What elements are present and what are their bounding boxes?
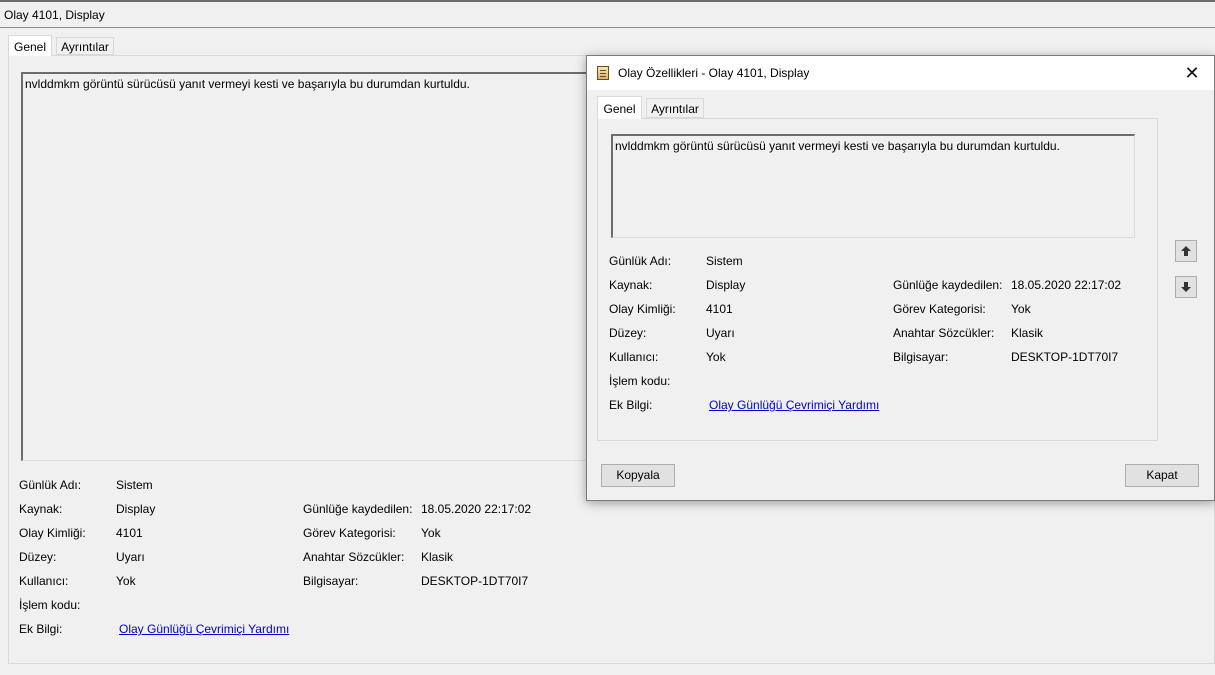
dialog-computer-value: DESKTOP-1DT70I7 — [1011, 350, 1119, 364]
dialog-online-help-link[interactable]: Olay Günlüğü Çevrimiçi Yardımı — [709, 398, 879, 412]
dialog-more-info-label: Ek Bilgi: — [609, 398, 653, 412]
main-level-label: Düzey: — [19, 550, 57, 564]
main-log-name-label: Günlük Adı: — [19, 478, 82, 492]
dialog-source-value: Display — [706, 278, 746, 292]
event-properties-dialog: Olay Özellikleri - Olay 4101, Display ✕ … — [586, 55, 1215, 501]
dialog-computer-label: Bilgisayar: — [893, 350, 949, 364]
main-online-help-link[interactable]: Olay Günlüğü Çevrimiçi Yardımı — [119, 622, 289, 636]
main-level-value: Uyarı — [116, 550, 145, 564]
down-arrow-icon — [1181, 282, 1191, 292]
dialog-task-category-value: Yok — [1011, 302, 1031, 316]
main-tab-general[interactable]: Genel — [8, 35, 52, 56]
main-keywords-value: Klasik — [421, 550, 454, 564]
main-task-category-value: Yok — [421, 526, 441, 540]
dialog-event-id-value: 4101 — [706, 302, 733, 316]
main-more-info-label: Ek Bilgi: — [19, 622, 63, 636]
main-title-bar: Olay 4101, Display — [0, 0, 1215, 28]
dialog-log-name-value: Sistem — [706, 254, 743, 268]
previous-event-button[interactable] — [1175, 240, 1197, 262]
main-user-value: Yok — [116, 574, 136, 588]
main-tab-details[interactable]: Ayrıntılar — [56, 37, 114, 55]
dialog-event-id-label: Olay Kimliği: — [609, 302, 676, 316]
main-description-text: nvlddmkm görüntü sürücüsü yanıt vermeyi … — [25, 77, 470, 91]
main-computer-value: DESKTOP-1DT70I7 — [421, 574, 529, 588]
dialog-level-value: Uyarı — [706, 326, 735, 340]
main-user-label: Kullanıcı: — [19, 574, 69, 588]
dialog-title-bar[interactable]: Olay Özellikleri - Olay 4101, Display ✕ — [587, 56, 1214, 90]
main-keywords-label: Anahtar Sözcükler: — [303, 550, 405, 564]
dialog-tab-general[interactable]: Genel — [597, 96, 642, 119]
main-computer-label: Bilgisayar: — [303, 574, 359, 588]
main-source-value: Display — [116, 502, 156, 516]
dialog-title: Olay Özellikleri - Olay 4101, Display — [618, 66, 810, 80]
close-button[interactable]: Kapat — [1125, 464, 1199, 487]
dialog-tab-details[interactable]: Ayrıntılar — [646, 98, 704, 118]
dialog-task-category-label: Görev Kategorisi: — [893, 302, 986, 316]
dialog-keywords-label: Anahtar Sözcükler: — [893, 326, 995, 340]
main-logged-value: 18.05.2020 22:17:02 — [421, 502, 532, 516]
dialog-opcode-label: İşlem kodu: — [609, 374, 671, 388]
main-title: Olay 4101, Display — [4, 8, 105, 22]
main-event-id-label: Olay Kimliği: — [19, 526, 86, 540]
dialog-description-text: nvlddmkm görüntü sürücüsü yanıt vermeyi … — [615, 139, 1060, 153]
dialog-source-label: Kaynak: — [609, 278, 653, 292]
dialog-user-label: Kullanıcı: — [609, 350, 659, 364]
main-logged-label: Günlüğe kaydedilen: — [303, 502, 413, 516]
dialog-level-label: Düzey: — [609, 326, 647, 340]
main-event-id-value: 4101 — [116, 526, 143, 540]
dialog-description-box[interactable]: nvlddmkm görüntü sürücüsü yanıt vermeyi … — [611, 134, 1135, 238]
main-source-label: Kaynak: — [19, 502, 63, 516]
dialog-logged-label: Günlüğe kaydedilen: — [893, 278, 1003, 292]
main-opcode-label: İşlem kodu: — [19, 598, 81, 612]
main-task-category-label: Görev Kategorisi: — [303, 526, 396, 540]
copy-button[interactable]: Kopyala — [601, 464, 675, 487]
next-event-button[interactable] — [1175, 276, 1197, 298]
main-log-name-value: Sistem — [116, 478, 153, 492]
dialog-keywords-value: Klasik — [1011, 326, 1044, 340]
up-arrow-icon — [1181, 246, 1191, 256]
event-properties-icon — [597, 66, 609, 80]
dialog-user-value: Yok — [706, 350, 726, 364]
close-icon[interactable]: ✕ — [1177, 60, 1207, 86]
dialog-logged-value: 18.05.2020 22:17:02 — [1011, 278, 1122, 292]
dialog-log-name-label: Günlük Adı: — [609, 254, 672, 268]
